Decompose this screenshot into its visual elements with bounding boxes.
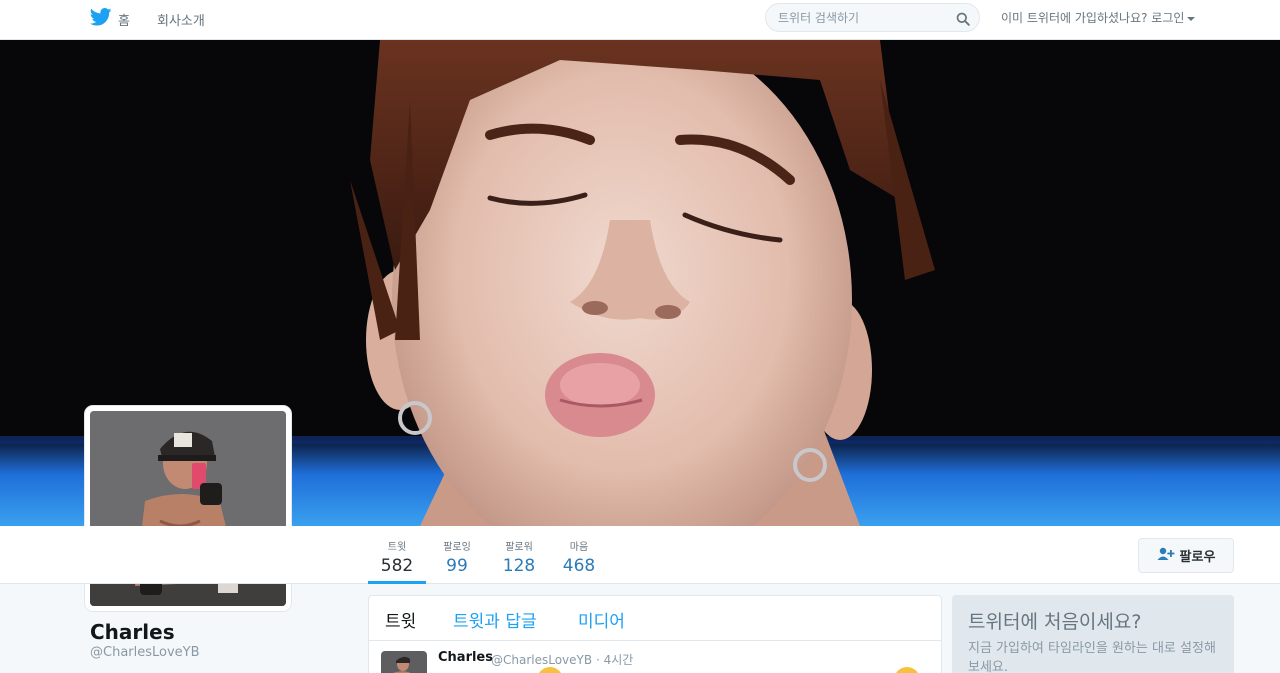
stat-followers-label: 팔로워 (505, 542, 533, 553)
stat-following-label: 팔로잉 (443, 542, 471, 553)
stat-followers[interactable]: 팔로워 128 (496, 526, 542, 584)
tab-tweets-and-replies[interactable]: 트윗과 답글 (453, 607, 537, 632)
stat-following[interactable]: 팔로잉 99 (434, 526, 480, 584)
top-navigation-bar: 홈 회사소개 이미 트위터에 가입하셨나요? 로그인 (0, 0, 1280, 40)
emoji-icon (894, 667, 920, 673)
signup-prompt-title: 트위터에 처음이세요? (968, 611, 1142, 633)
tweet-handle-text[interactable]: @CharlesLoveYB (491, 653, 592, 667)
tweet-timestamp[interactable]: · 4시간 (596, 653, 633, 667)
profile-stats-bar: 트윗 582 팔로잉 99 팔로워 128 마음 468 팔로우 (0, 526, 1280, 584)
profile-handle[interactable]: @CharlesLoveYB (90, 645, 200, 660)
nav-home-label: 홈 (118, 13, 130, 29)
stat-tweets-value: 582 (380, 556, 414, 576)
search-box (765, 3, 980, 32)
caret-down-icon (1187, 16, 1196, 21)
timeline-tabs: 트윗 트윗과 답글 미디어 (369, 596, 941, 641)
tweet-author-handle: @CharlesLoveYB · 4시간 (491, 651, 633, 668)
stat-likes-value: 468 (562, 556, 596, 576)
timeline-panel: 트윗 트윗과 답글 미디어 Charles @CharlesLoveYB · 4… (368, 595, 942, 673)
follow-button-label: 팔로우 (1179, 550, 1216, 565)
profile-name[interactable]: Charles (90, 620, 175, 644)
follow-button[interactable]: 팔로우 (1138, 538, 1234, 573)
stat-tweets-label: 트윗 (387, 542, 407, 553)
tweet-avatar[interactable] (381, 651, 427, 673)
tab-tweets[interactable]: 트윗 (385, 607, 416, 632)
tweet-item[interactable]: Charles @CharlesLoveYB · 4시간 (369, 641, 941, 673)
search-icon[interactable] (956, 11, 970, 30)
stat-followers-value: 128 (502, 556, 536, 576)
stat-following-value: 99 (446, 556, 468, 576)
add-user-icon (1157, 547, 1175, 565)
stat-likes[interactable]: 마음 468 (560, 526, 598, 584)
signup-prompt-card: 트위터에 처음이세요? 지금 가입하여 타임라인을 원하는 대로 설정해 보세요… (952, 595, 1234, 673)
tweet-author-name[interactable]: Charles (438, 650, 493, 665)
stat-tweets[interactable]: 트윗 582 (368, 526, 426, 584)
stat-likes-label: 마음 (569, 542, 589, 553)
nav-home-link[interactable]: 홈 (89, 8, 130, 30)
twitter-bird-icon (89, 8, 112, 30)
nav-about-link[interactable]: 회사소개 (157, 10, 205, 29)
login-dropdown[interactable]: 이미 트위터에 가입하셨나요? 로그인 (1001, 9, 1196, 26)
signup-prompt-body: 지금 가입하여 타임라인을 원하는 대로 설정해 보세요. (968, 641, 1216, 673)
tab-media[interactable]: 미디어 (578, 607, 625, 632)
login-prompt-text: 이미 트위터에 가입하셨나요? 로그인 (1001, 11, 1185, 25)
search-input[interactable] (778, 9, 948, 27)
